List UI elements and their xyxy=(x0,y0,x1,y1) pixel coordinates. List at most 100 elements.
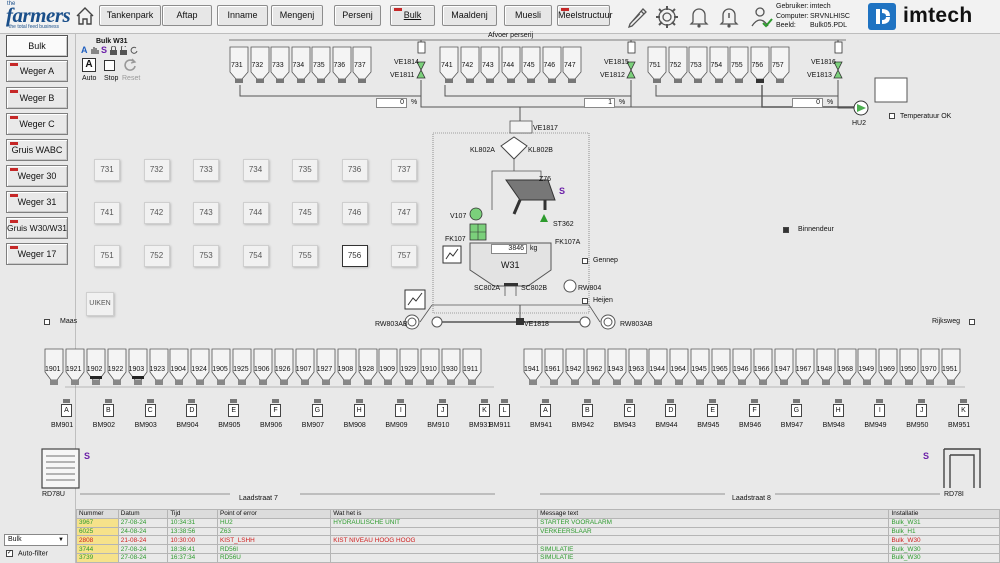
loadbay-bin[interactable]: 1930 xyxy=(441,348,461,386)
silo-tile[interactable]: 752 xyxy=(143,245,170,267)
loadbay-spout[interactable]: A xyxy=(61,404,72,417)
loadbay-spout[interactable]: F xyxy=(749,404,760,417)
top-silo[interactable]: 753 xyxy=(688,46,708,86)
table-row[interactable]: 3967 27-08-24 10:34:31 HU2 HYDRAULISCHE UNIT… xyxy=(76,517,1000,528)
loadbay-bin[interactable]: 1926 xyxy=(274,348,294,386)
silo-tile[interactable]: 733 xyxy=(193,159,219,181)
top-silo[interactable]: 755 xyxy=(729,46,749,86)
loadbay-bin[interactable]: 1923 xyxy=(149,348,169,386)
rijksweg-checkbox[interactable] xyxy=(969,319,975,325)
top-silo[interactable]: 756 xyxy=(750,46,770,86)
loadbay-spout[interactable]: H xyxy=(353,404,365,417)
column-header[interactable]: Tijd xyxy=(167,509,218,519)
silo-tile[interactable]: 741 xyxy=(94,202,120,224)
loadbay-bin[interactable]: 1948 xyxy=(816,348,836,386)
loadbay-spout[interactable]: E xyxy=(707,404,719,417)
loadbay-bin[interactable]: 1961 xyxy=(544,348,564,386)
loadbay-bin[interactable]: 1962 xyxy=(586,348,606,386)
loadbay-bin[interactable]: 1911 xyxy=(462,348,482,386)
loadbay-spout[interactable]: I xyxy=(395,404,407,417)
loadbay-bin[interactable]: 1902 xyxy=(86,348,106,386)
silo-tile[interactable]: 731 xyxy=(94,159,120,181)
heijen-checkbox[interactable] xyxy=(582,298,588,304)
silo-tile[interactable]: 756 xyxy=(341,245,368,267)
loadbay-spout[interactable]: E xyxy=(228,404,240,417)
loadbay-bin[interactable]: 1905 xyxy=(211,348,231,386)
top-silo[interactable]: 731 xyxy=(229,46,249,86)
silo-tile[interactable]: 746 xyxy=(341,202,368,224)
autofilter-toggle[interactable]: ✓ Auto-filter xyxy=(6,550,48,557)
loadbay-spout[interactable]: J xyxy=(916,404,928,417)
silo-tile[interactable]: 732 xyxy=(143,159,170,181)
silo-tile[interactable]: 745 xyxy=(292,202,318,224)
table-row[interactable]: 2808 21-08-24 10:30:00 KIST_LSHH KIST NIVEAU… xyxy=(76,535,1000,546)
silo-tile[interactable]: 757 xyxy=(391,245,417,267)
sidebar-item-weger-a[interactable]: Weger A xyxy=(6,60,68,82)
loadbay-bin[interactable]: 1924 xyxy=(190,348,210,386)
table-row[interactable]: 6025 24-08-24 13:38:56 Z63 VERKEERSLAAR Bulk_… xyxy=(76,526,1000,537)
silo-tile[interactable]: 743 xyxy=(193,202,219,224)
loadbay-spout[interactable]: K xyxy=(958,404,969,417)
table-row[interactable]: 3744 27-08-24 18:36:41 RD56I SIMULATIE Bulk_W… xyxy=(76,544,1000,554)
column-header[interactable]: Nummer xyxy=(76,509,119,519)
loadbay-bin[interactable]: 1942 xyxy=(565,348,585,386)
loadbay-bin[interactable]: 1945 xyxy=(690,348,710,386)
loadbay-spout[interactable]: G xyxy=(790,404,802,417)
column-header[interactable]: Installatie xyxy=(888,509,1000,519)
loadbay-bin[interactable]: 1966 xyxy=(753,348,773,386)
loadbay-spout[interactable]: H xyxy=(832,404,844,417)
loadbay-bin[interactable]: 1968 xyxy=(837,348,857,386)
loadbay-spout[interactable]: G xyxy=(311,404,323,417)
loadbay-bin[interactable]: 1909 xyxy=(378,348,398,386)
silo-tile[interactable]: 734 xyxy=(242,159,269,181)
silo-tile[interactable]: 755 xyxy=(292,245,318,267)
silo-tile[interactable]: 742 xyxy=(143,202,170,224)
loadbay-spout[interactable]: A xyxy=(540,404,551,417)
top-silo[interactable]: 736 xyxy=(332,46,352,86)
silo-tile[interactable]: 753 xyxy=(193,245,219,267)
loadbay-spout[interactable]: J xyxy=(437,404,449,417)
table-row[interactable]: 3739 27-08-24 16:37:34 RD56U SIMULATIE Bulk_W… xyxy=(76,552,1000,563)
autofilter-checkbox[interactable]: ✓ xyxy=(6,550,13,557)
top-silo[interactable]: 741 xyxy=(439,46,459,86)
loadbay-bin[interactable]: 1903 xyxy=(128,348,148,386)
silo-tile[interactable]: 754 xyxy=(242,245,269,267)
sidebar-item-weger-31[interactable]: Weger 31 xyxy=(6,191,68,213)
loadbay-bin[interactable]: 1949 xyxy=(857,348,877,386)
uiken-button[interactable]: UIKEN xyxy=(86,292,114,316)
loadbay-spout[interactable]: D xyxy=(186,404,198,417)
loadbay-bin[interactable]: 1947 xyxy=(774,348,794,386)
top-silo[interactable]: 734 xyxy=(291,46,311,86)
top-silo[interactable]: 745 xyxy=(521,46,541,86)
top-silo[interactable]: 737 xyxy=(352,46,372,86)
loadbay-bin[interactable]: 1907 xyxy=(295,348,315,386)
column-header[interactable]: Datum xyxy=(117,509,169,519)
loadbay-spout[interactable]: F xyxy=(270,404,281,417)
loadbay-bin[interactable]: 1970 xyxy=(920,348,940,386)
top-silo[interactable]: 735 xyxy=(311,46,331,86)
loadbay-spout[interactable]: C xyxy=(144,404,156,417)
top-silo[interactable]: 751 xyxy=(647,46,667,86)
maas-checkbox[interactable] xyxy=(44,319,50,325)
loadbay-bin[interactable]: 1928 xyxy=(358,348,378,386)
loadbay-bin[interactable]: 1908 xyxy=(337,348,357,386)
loadbay-bin[interactable]: 1967 xyxy=(795,348,815,386)
installation-filter-select[interactable]: Bulk ▼ xyxy=(4,534,68,546)
loadbay-bin[interactable]: 1946 xyxy=(732,348,752,386)
top-silo[interactable]: 733 xyxy=(270,46,290,86)
loadbay-spout[interactable]: L xyxy=(499,404,510,417)
top-silo[interactable]: 743 xyxy=(480,46,500,86)
silo-tile[interactable]: 736 xyxy=(341,159,368,181)
loadbay-spout[interactable]: I xyxy=(874,404,886,417)
top-silo[interactable]: 744 xyxy=(501,46,521,86)
top-silo[interactable]: 747 xyxy=(562,46,582,86)
loadbay-bin[interactable]: 1950 xyxy=(899,348,919,386)
loadbay-bin[interactable]: 1910 xyxy=(420,348,440,386)
loadbay-spout[interactable]: B xyxy=(581,404,593,417)
loadbay-bin[interactable]: 1906 xyxy=(253,348,273,386)
loadbay-bin[interactable]: 1929 xyxy=(399,348,419,386)
loadbay-bin[interactable]: 1941 xyxy=(523,348,543,386)
column-header[interactable]: Message text xyxy=(537,509,890,519)
loadbay-bin[interactable]: 1922 xyxy=(107,348,127,386)
loadbay-bin[interactable]: 1943 xyxy=(607,348,627,386)
